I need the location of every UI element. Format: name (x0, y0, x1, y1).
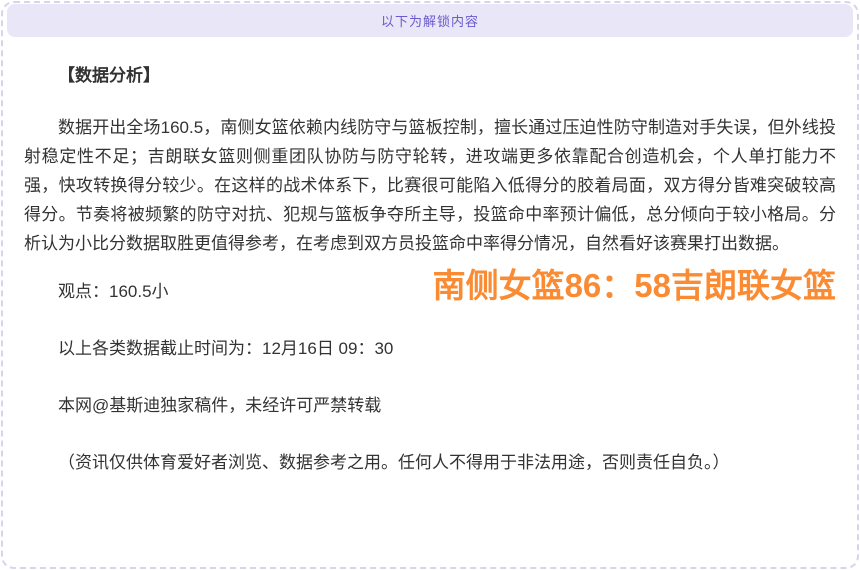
prediction-score: 南侧女篮86：58吉朗联女篮 (433, 266, 836, 306)
data-cutoff-note: 以上各类数据截止时间为：12月16日 09：30 (24, 334, 836, 363)
section-title-data-analysis: 【数据分析】 (24, 65, 836, 87)
copyright-note: 本网@基斯迪独家稿件，未经许可严禁转载 (24, 391, 836, 420)
disclaimer-note: （资讯仅供体育爱好者浏览、数据参考之用。任何人不得用于非法用途，否则责任自负。） (24, 448, 836, 477)
unlocked-content-panel: 以下为解锁内容 【数据分析】 数据开出全场160.5，南侧女篮依赖内线防守与篮板… (0, 0, 860, 570)
analysis-paragraph: 数据开出全场160.5，南侧女篮依赖内线防守与篮板控制，擅长通过压迫性防守制造对… (24, 113, 836, 258)
article-body: 【数据分析】 数据开出全场160.5，南侧女篮依赖内线防守与篮板控制，擅长通过压… (0, 65, 860, 477)
viewpoint-row: 观点：160.5小 南侧女篮86：58吉朗联女篮 (24, 266, 836, 306)
viewpoint-label: 观点：160.5小 (24, 277, 169, 306)
unlocked-content-banner-label: 以下为解锁内容 (381, 11, 479, 30)
unlocked-content-banner: 以下为解锁内容 (7, 4, 853, 37)
